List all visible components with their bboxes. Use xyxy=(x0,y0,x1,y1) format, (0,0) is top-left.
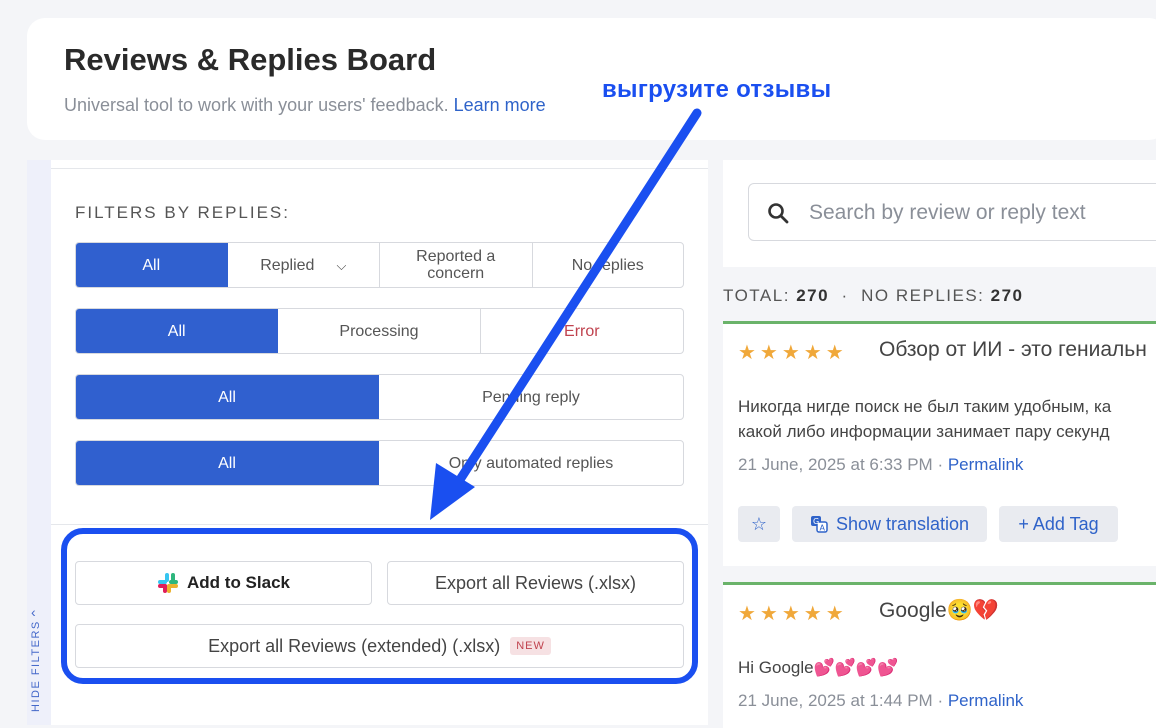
filter-processing-status: All Processing Error xyxy=(75,308,684,354)
filter-replied-label: Replied xyxy=(260,256,315,274)
show-translation-label: Show translation xyxy=(835,513,970,534)
filter-error[interactable]: Error xyxy=(481,309,683,353)
review-body: Hi Google💕💕💕💕 xyxy=(738,658,899,677)
filter-all[interactable]: All xyxy=(76,243,228,287)
hide-filters-toggle[interactable]: HIDE FILTERS xyxy=(30,620,42,712)
review-body-line: какой либо информации занимает пару секу… xyxy=(738,422,1110,441)
totals-bar: TOTAL: 270 · NO REPLIES: 270 xyxy=(723,286,1024,306)
export-highlight-box xyxy=(61,528,698,684)
review-title: Обзор от ИИ - это гениальн xyxy=(879,338,1147,361)
star-rating: ★★★★★ xyxy=(738,603,848,625)
svg-text:A: A xyxy=(819,524,825,533)
learn-more-link[interactable]: Learn more xyxy=(454,95,546,115)
translate-icon: G A xyxy=(810,516,828,533)
meta-separator: · xyxy=(937,455,944,474)
filter-automated-replies[interactable]: Only automated replies xyxy=(379,441,683,485)
filter-all[interactable]: All xyxy=(76,375,379,419)
subtitle-text: Universal tool to work with your users' … xyxy=(64,95,449,115)
filter-pending-reply[interactable]: Pending reply xyxy=(379,375,683,419)
filter-automation-status: All Only automated replies xyxy=(75,440,684,486)
filter-reported-concern[interactable]: Reported a concern xyxy=(380,243,533,287)
filter-processing[interactable]: Processing xyxy=(278,309,481,353)
search-icon xyxy=(768,203,789,224)
review-title: Google🥹💔 xyxy=(879,599,1000,622)
show-translation-button[interactable]: G A Show translation xyxy=(792,506,987,542)
total-label: TOTAL: xyxy=(723,286,790,305)
meta-separator: · xyxy=(937,691,944,710)
annotation-text: выгрузите отзывы xyxy=(602,76,832,103)
page-subtitle: Universal tool to work with your users' … xyxy=(64,95,546,116)
add-tag-button[interactable]: + Add Tag xyxy=(999,506,1118,542)
search-input[interactable]: Search by review or reply text xyxy=(748,183,1156,241)
chevron-down-icon: ⌵ xyxy=(336,257,347,273)
no-replies-count: 270 xyxy=(990,286,1024,305)
page-title: Reviews & Replies Board xyxy=(64,42,437,77)
filter-reported-label: Reported a concern xyxy=(416,248,496,282)
panel-divider xyxy=(51,168,708,169)
review-body-line: Никогда нигде поиск не был таким удобным… xyxy=(738,397,1112,416)
totals-separator: · xyxy=(841,286,849,305)
star-outline-icon: ☆ xyxy=(750,513,768,534)
filter-no-replies[interactable]: No replies xyxy=(533,243,684,287)
filter-all[interactable]: All xyxy=(76,441,379,485)
permalink-link[interactable]: Permalink xyxy=(948,455,1024,474)
permalink-link[interactable]: Permalink xyxy=(948,691,1024,710)
panel-divider xyxy=(51,524,708,525)
total-count: 270 xyxy=(796,286,830,305)
filter-replied[interactable]: Replied ⌵ xyxy=(228,243,380,287)
review-card: ★★★★★ Google🥹💔 Hi Google💕💕💕💕 21 June, 20… xyxy=(723,582,1156,728)
filter-all[interactable]: All xyxy=(76,309,279,353)
review-meta: 21 June, 2025 at 1:44 PM · Permalink xyxy=(738,691,1023,711)
favorite-button[interactable]: ☆ xyxy=(738,506,780,542)
review-card: ★★★★★ Обзор от ИИ - это гениальн Никогда… xyxy=(723,321,1156,566)
review-meta: 21 June, 2025 at 6:33 PM · Permalink xyxy=(738,455,1023,475)
review-date: 21 June, 2025 at 1:44 PM xyxy=(738,691,933,710)
filters-heading: FILTERS BY REPLIES: xyxy=(75,203,290,222)
star-rating: ★★★★★ xyxy=(738,342,848,364)
filter-replies-status: All Replied ⌵ Reported a concern No repl… xyxy=(75,242,684,288)
svg-text:G: G xyxy=(813,517,819,526)
header-card xyxy=(27,18,1156,140)
review-body: Никогда нигде поиск не был таким удобным… xyxy=(738,394,1111,444)
no-replies-label: NO REPLIES: xyxy=(861,286,985,305)
filter-pending-status: All Pending reply xyxy=(75,374,684,420)
chevron-left-icon[interactable]: ‹ xyxy=(31,604,36,620)
search-placeholder: Search by review or reply text xyxy=(809,201,1086,224)
review-date: 21 June, 2025 at 6:33 PM xyxy=(738,455,933,474)
